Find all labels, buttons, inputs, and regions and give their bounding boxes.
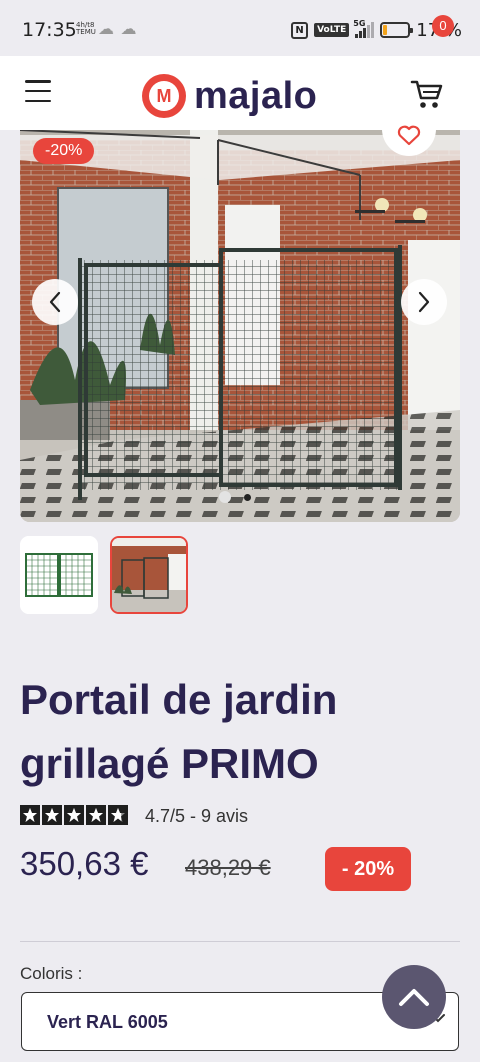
gallery-dot[interactable]: [219, 491, 231, 503]
scroll-to-top-button[interactable]: [382, 965, 446, 1029]
discount-tag: -20%: [33, 138, 95, 164]
current-price: 350,63 €: [20, 845, 149, 882]
cart-count-badge: 0: [432, 15, 454, 37]
gallery-dot-active[interactable]: [244, 493, 251, 501]
product-title-line-1: Portail de jardin: [20, 676, 338, 723]
color-select-value: Vert RAL 6005: [47, 1012, 168, 1032]
battery-icon: [380, 22, 414, 38]
brand-logo-icon: M: [142, 74, 186, 118]
star-icon: [108, 805, 128, 825]
chevron-up-icon: [399, 989, 429, 1006]
brand-logo[interactable]: M majalo: [142, 74, 317, 118]
star-icon: [64, 805, 84, 825]
gallery-next-button[interactable]: [401, 279, 447, 325]
network-type-label: 5G: [353, 19, 366, 28]
color-label: Coloris :: [20, 964, 83, 983]
status-time: 17:35: [22, 19, 77, 41]
discount-badge: - 20%: [325, 847, 411, 891]
notification-text-2: TEMU: [76, 28, 96, 36]
rating-stars[interactable]: [20, 805, 128, 825]
star-icon: [20, 805, 40, 825]
heart-icon: [397, 125, 421, 146]
thumbnail-gate-front[interactable]: [20, 536, 98, 614]
status-bar: 17:35 4h/t8 TEMU ☁ ☁ N VoLTE 5G 17 %: [0, 0, 480, 56]
signal-icon: 5G: [353, 19, 375, 38]
brand-name: majalo: [194, 74, 318, 117]
cart-icon[interactable]: [410, 78, 444, 110]
chevron-left-icon: [49, 291, 61, 313]
old-price: 438,29 €: [185, 855, 271, 880]
rating-text[interactable]: 4.7/5 - 9 avis: [145, 806, 248, 827]
product-image-main[interactable]: [20, 130, 460, 522]
product-title-line-2: grillagé PRIMO: [20, 740, 319, 787]
star-icon: [42, 805, 62, 825]
volte-icon: VoLTE: [314, 23, 350, 37]
chevron-right-icon: [418, 291, 430, 313]
gallery-prev-button[interactable]: [32, 279, 78, 325]
nfc-icon: N: [291, 21, 309, 39]
notification-icons: 4h/t8 TEMU: [76, 22, 96, 36]
product-title: Portail de jardin grillagé PRIMO: [20, 668, 460, 796]
divider: [20, 941, 460, 942]
star-icon: [86, 805, 106, 825]
cloud-icons: ☁ ☁: [98, 21, 138, 38]
menu-icon[interactable]: [25, 80, 51, 102]
gallery-pagination: [219, 491, 251, 503]
thumbnail-gate-scene[interactable]: [110, 536, 188, 614]
